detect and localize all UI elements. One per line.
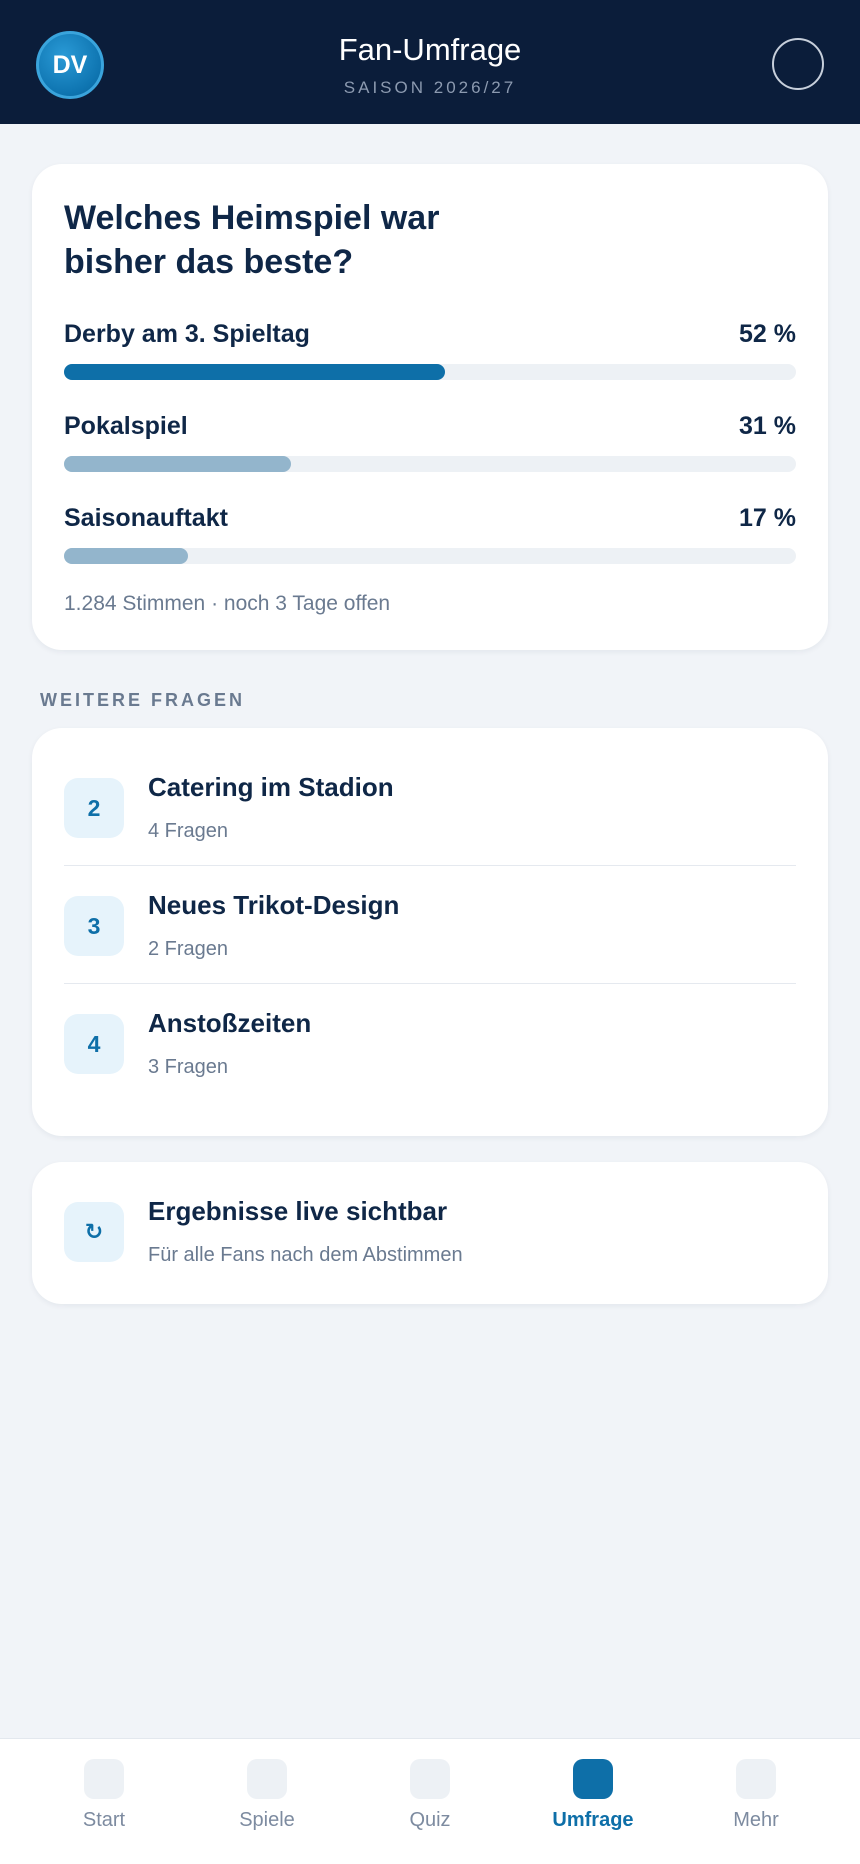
poll-bar-fill bbox=[64, 548, 189, 564]
poll-option-percent: 52 % bbox=[739, 320, 796, 348]
app-root: DV Fan-Umfrage SAISON 2026/27 Welches He… bbox=[0, 0, 860, 1864]
info-subtitle: Für alle Fans nach dem Abstimmen bbox=[148, 1244, 463, 1266]
nav-label: Start bbox=[82, 1809, 126, 1831]
nav-item-spiele[interactable]: Spiele bbox=[207, 1759, 327, 1849]
nav-label: Mehr bbox=[733, 1809, 779, 1831]
number-badge: 3 bbox=[64, 896, 124, 956]
games-icon bbox=[247, 1759, 287, 1799]
page-subtitle: SAISON 2026/27 bbox=[343, 78, 517, 97]
list-item-title: Catering im Stadion bbox=[148, 772, 394, 802]
poll-option[interactable]: Derby am 3. Spieltag 52 % bbox=[64, 320, 796, 380]
poll-bar-track bbox=[64, 364, 796, 380]
list-item-subtitle: 3 Fragen bbox=[148, 1056, 229, 1078]
list-item[interactable]: 4 Anstoßzeiten 3 Fragen bbox=[64, 984, 796, 1102]
home-icon bbox=[84, 1759, 124, 1799]
list-item-title: Neues Trikot-Design bbox=[148, 890, 400, 920]
poll-bar-fill bbox=[64, 364, 445, 380]
poll-option-label: Pokalspiel bbox=[64, 412, 188, 440]
poll-bar-track bbox=[64, 548, 796, 564]
poll-card: Welches Heimspiel war bisher das beste? … bbox=[32, 164, 828, 650]
menu-button[interactable] bbox=[772, 38, 824, 90]
poll-option-percent: 17 % bbox=[739, 504, 796, 532]
number-badge: 4 bbox=[64, 1014, 124, 1074]
nav-item-umfrage[interactable]: Umfrage bbox=[533, 1759, 653, 1849]
info-card: ↻ Ergebnisse live sichtbar Für alle Fans… bbox=[32, 1162, 828, 1304]
nav-item-quiz[interactable]: Quiz bbox=[370, 1759, 490, 1849]
list-item-subtitle: 2 Fragen bbox=[148, 938, 229, 960]
nav-item-mehr[interactable]: Mehr bbox=[696, 1759, 816, 1849]
poll-option-label: Saisonauftakt bbox=[64, 504, 228, 532]
nav-item-start[interactable]: Start bbox=[44, 1759, 164, 1849]
list-item-subtitle: 4 Fragen bbox=[148, 820, 229, 842]
poll-footer: 1.284 Stimmen · noch 3 Tage offen bbox=[64, 592, 391, 615]
list-item-title: Anstoßzeiten bbox=[148, 1008, 312, 1038]
info-title: Ergebnisse live sichtbar bbox=[148, 1196, 448, 1226]
list-item[interactable]: 3 Neues Trikot-Design 2 Fragen bbox=[64, 866, 796, 984]
questions-list: 2 Catering im Stadion 4 Fragen 3 Neues T… bbox=[32, 728, 828, 1136]
refresh-icon: ↻ bbox=[64, 1202, 124, 1262]
list-item[interactable]: 2 Catering im Stadion 4 Fragen bbox=[64, 748, 796, 866]
poll-option-label: Derby am 3. Spieltag bbox=[64, 320, 310, 348]
quiz-icon bbox=[410, 1759, 450, 1799]
app-header: DV Fan-Umfrage SAISON 2026/27 bbox=[0, 0, 860, 124]
nav-label: Spiele bbox=[239, 1809, 295, 1831]
number-badge: 2 bbox=[64, 778, 124, 838]
poll-option-percent: 31 % bbox=[739, 412, 796, 440]
poll-option[interactable]: Pokalspiel 31 % bbox=[64, 412, 796, 472]
poll-bar-fill bbox=[64, 456, 291, 472]
poll-bar-track bbox=[64, 456, 796, 472]
poll-option[interactable]: Saisonauftakt 17 % bbox=[64, 504, 796, 564]
poll-icon bbox=[573, 1759, 613, 1799]
page-title: Fan-Umfrage bbox=[338, 32, 522, 67]
section-label: WEITERE FRAGEN bbox=[40, 690, 246, 710]
nav-label: Umfrage bbox=[552, 1809, 634, 1831]
bottom-nav: Start Spiele Quiz Umfrage Mehr bbox=[0, 1738, 860, 1864]
poll-question: Welches Heimspiel war bisher das beste? bbox=[64, 199, 440, 281]
more-icon bbox=[736, 1759, 776, 1799]
nav-label: Quiz bbox=[409, 1809, 451, 1831]
